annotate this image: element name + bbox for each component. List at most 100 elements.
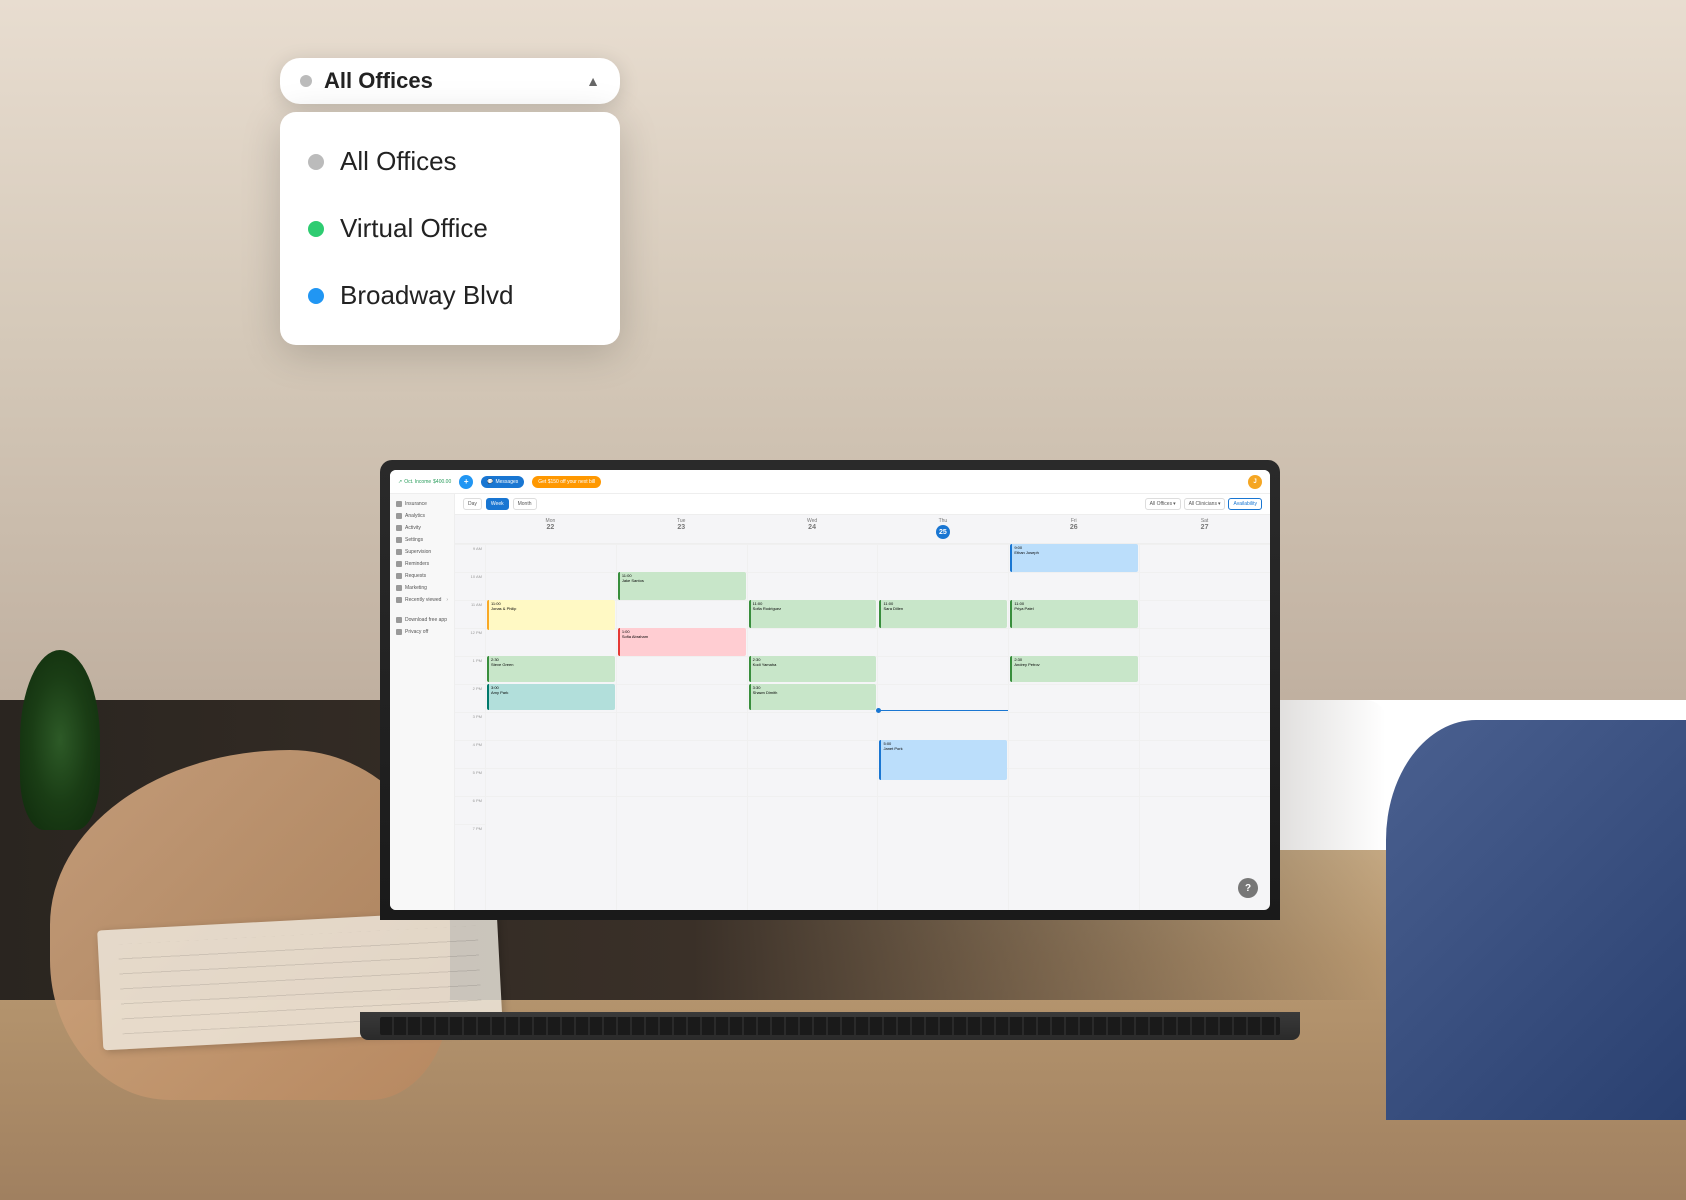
app-topbar: ↗ Oct. Income $400.00 + 💬 Messages Get $… <box>390 470 1270 494</box>
user-avatar[interactable]: J <box>1248 475 1262 489</box>
event-wed-1[interactable]: 11:00 Sofia Rodriguez <box>749 600 877 628</box>
office-selector-container: All Offices ▲ All Offices Virtual Office… <box>280 58 620 345</box>
promo-text: Get $150 off your next bill <box>538 479 595 485</box>
event-client: Jake Santos <box>622 578 744 583</box>
broadway-blvd-label: Broadway Blvd <box>340 280 513 311</box>
calendar-toolbar: Day Week Month All Offices ▾ All Clinici… <box>455 494 1270 515</box>
sidebar-item-requests[interactable]: Requests <box>390 570 454 582</box>
event-tue-2[interactable]: 1:00 Sofia Abraham <box>618 628 746 656</box>
messages-button[interactable]: 💬 Messages <box>481 476 524 488</box>
tuesday-col: 11:00 Jake Santos 1:00 Sofia Abraham <box>616 544 747 910</box>
time-4pm: 4 PM <box>455 740 485 768</box>
sidebar-item-analytics[interactable]: Analytics <box>390 510 454 522</box>
app-interface: ↗ Oct. Income $400.00 + 💬 Messages Get $… <box>390 470 1270 910</box>
time-7pm: 7 PM <box>455 824 485 852</box>
office-option-virtual[interactable]: Virtual Office <box>280 195 620 262</box>
event-mon-1[interactable]: 11:00 Jonas & Philip <box>487 600 615 630</box>
sidebar-item-insurance[interactable]: Insurance <box>390 498 454 510</box>
event-fri-2[interactable]: 11:00 Priya Patel <box>1010 600 1138 628</box>
event-thu-2[interactable]: 5:00 Janet Pork <box>879 740 1007 780</box>
time-2pm: 2 PM <box>455 684 485 712</box>
chevron-right-icon: › <box>446 597 448 603</box>
event-fri-1[interactable]: 9:00 Ethan Joseph <box>1010 544 1138 572</box>
time-3pm: 3 PM <box>455 712 485 740</box>
saturday-header: Sat 27 <box>1139 515 1270 543</box>
supervision-icon <box>396 549 402 555</box>
availability-button[interactable]: Availability <box>1228 498 1262 510</box>
event-client: Janet Pork <box>883 746 1005 751</box>
chat-icon: 💬 <box>487 479 493 485</box>
wednesday-header: Wed 24 <box>747 515 878 543</box>
settings-icon <box>396 537 402 543</box>
sidebar-item-supervision[interactable]: Supervision <box>390 546 454 558</box>
sidebar-item-settings[interactable]: Settings <box>390 534 454 546</box>
income-trend-icon: ↗ <box>398 479 402 485</box>
selector-trigger-label: All Offices <box>324 68 433 94</box>
income-value: $400.00 <box>433 479 451 485</box>
chevron-down-icon: ▾ <box>1173 501 1176 507</box>
laptop-base <box>360 1012 1300 1040</box>
calendar-header: Mon 22 Tue 23 Wed 24 <box>455 515 1270 544</box>
time-12pm: 12 PM <box>455 628 485 656</box>
offices-filter[interactable]: All Offices ▾ <box>1145 498 1181 510</box>
app-body: Insurance Analytics Activity Settin <box>390 494 1270 910</box>
office-option-broadway[interactable]: Broadway Blvd <box>280 262 620 329</box>
sidebar-item-download-app[interactable]: Download free app <box>390 614 454 626</box>
event-thu-1[interactable]: 11:00 Sara Dillen <box>879 600 1007 628</box>
event-wed-3[interactable]: 3:30 Shawn Dimith <box>749 684 877 710</box>
event-wed-2[interactable]: 2:30 Kodi Yamaha <box>749 656 877 682</box>
laptop-screen: ↗ Oct. Income $400.00 + 💬 Messages Get $… <box>390 470 1270 910</box>
event-mon-3[interactable]: 3:00 Amy Park <box>487 684 615 710</box>
add-button[interactable]: + <box>459 475 473 489</box>
event-tue-1[interactable]: 11:00 Jake Santos <box>618 572 746 600</box>
requests-icon <box>396 573 402 579</box>
time-5pm: 5 PM <box>455 768 485 796</box>
download-icon <box>396 617 402 623</box>
sidebar-item-reminders[interactable]: Reminders <box>390 558 454 570</box>
analytics-icon <box>396 513 402 519</box>
friday-header: Fri 26 <box>1008 515 1139 543</box>
help-button[interactable]: ? <box>1238 878 1258 898</box>
laptop: ↗ Oct. Income $400.00 + 💬 Messages Get $… <box>380 460 1280 1040</box>
event-client: Steve Green <box>491 662 613 667</box>
clinicians-filter[interactable]: All Clinicians ▾ <box>1184 498 1226 510</box>
office-selector-trigger[interactable]: All Offices ▲ <box>280 58 620 104</box>
current-time-line <box>878 710 1008 711</box>
sidebar-item-activity[interactable]: Activity <box>390 522 454 534</box>
time-11am: 11 AM <box>455 600 485 628</box>
event-client: Sofia Abraham <box>622 634 744 639</box>
chevron-up-icon: ▲ <box>586 73 600 89</box>
week-view-button[interactable]: Week <box>486 498 509 510</box>
marketing-icon <box>396 585 402 591</box>
virtual-office-dot <box>308 221 324 237</box>
time-column: 9 AM 10 AM 11 AM 12 PM 1 PM 2 PM 3 PM 4 … <box>455 544 485 910</box>
event-mon-2[interactable]: 2:30 Steve Green <box>487 656 615 682</box>
day-view-button[interactable]: Day <box>463 498 482 510</box>
app-sidebar: Insurance Analytics Activity Settin <box>390 494 455 910</box>
all-offices-label: All Offices <box>340 146 457 177</box>
month-view-button[interactable]: Month <box>513 498 537 510</box>
recently-viewed-icon <box>396 597 402 603</box>
privacy-icon <box>396 629 402 635</box>
monday-col: 11:00 Jonas & Philip 2:30 Steve Green 3:… <box>485 544 616 910</box>
event-fri-3[interactable]: 2:30 Andrey Petrov <box>1010 656 1138 682</box>
time-10am: 10 AM <box>455 572 485 600</box>
all-offices-dot <box>308 154 324 170</box>
office-dropdown: All Offices Virtual Office Broadway Blvd <box>280 112 620 345</box>
friday-col: 9:00 Ethan Joseph 11:00 Priya Patel 2:30 <box>1008 544 1139 910</box>
selector-dot-icon <box>300 75 312 87</box>
thursday-col: 11:00 Sara Dillen 5:00 Janet Pork <box>877 544 1008 910</box>
sidebar-item-marketing[interactable]: Marketing <box>390 582 454 594</box>
income-label: Oct. Income <box>404 479 431 485</box>
time-6pm: 6 PM <box>455 796 485 824</box>
activity-icon <box>396 525 402 531</box>
calendar-body: 9 AM 10 AM 11 AM 12 PM 1 PM 2 PM 3 PM 4 … <box>455 544 1270 910</box>
reminders-icon <box>396 561 402 567</box>
sidebar-item-privacy[interactable]: Privacy off <box>390 626 454 638</box>
sidebar-item-recently-viewed[interactable]: Recently viewed › <box>390 594 454 606</box>
time-header <box>455 515 485 543</box>
office-option-all[interactable]: All Offices <box>280 128 620 195</box>
chevron-down-icon: ▾ <box>1218 501 1221 507</box>
messages-label: Messages <box>495 479 518 485</box>
plant-decoration <box>20 650 100 850</box>
